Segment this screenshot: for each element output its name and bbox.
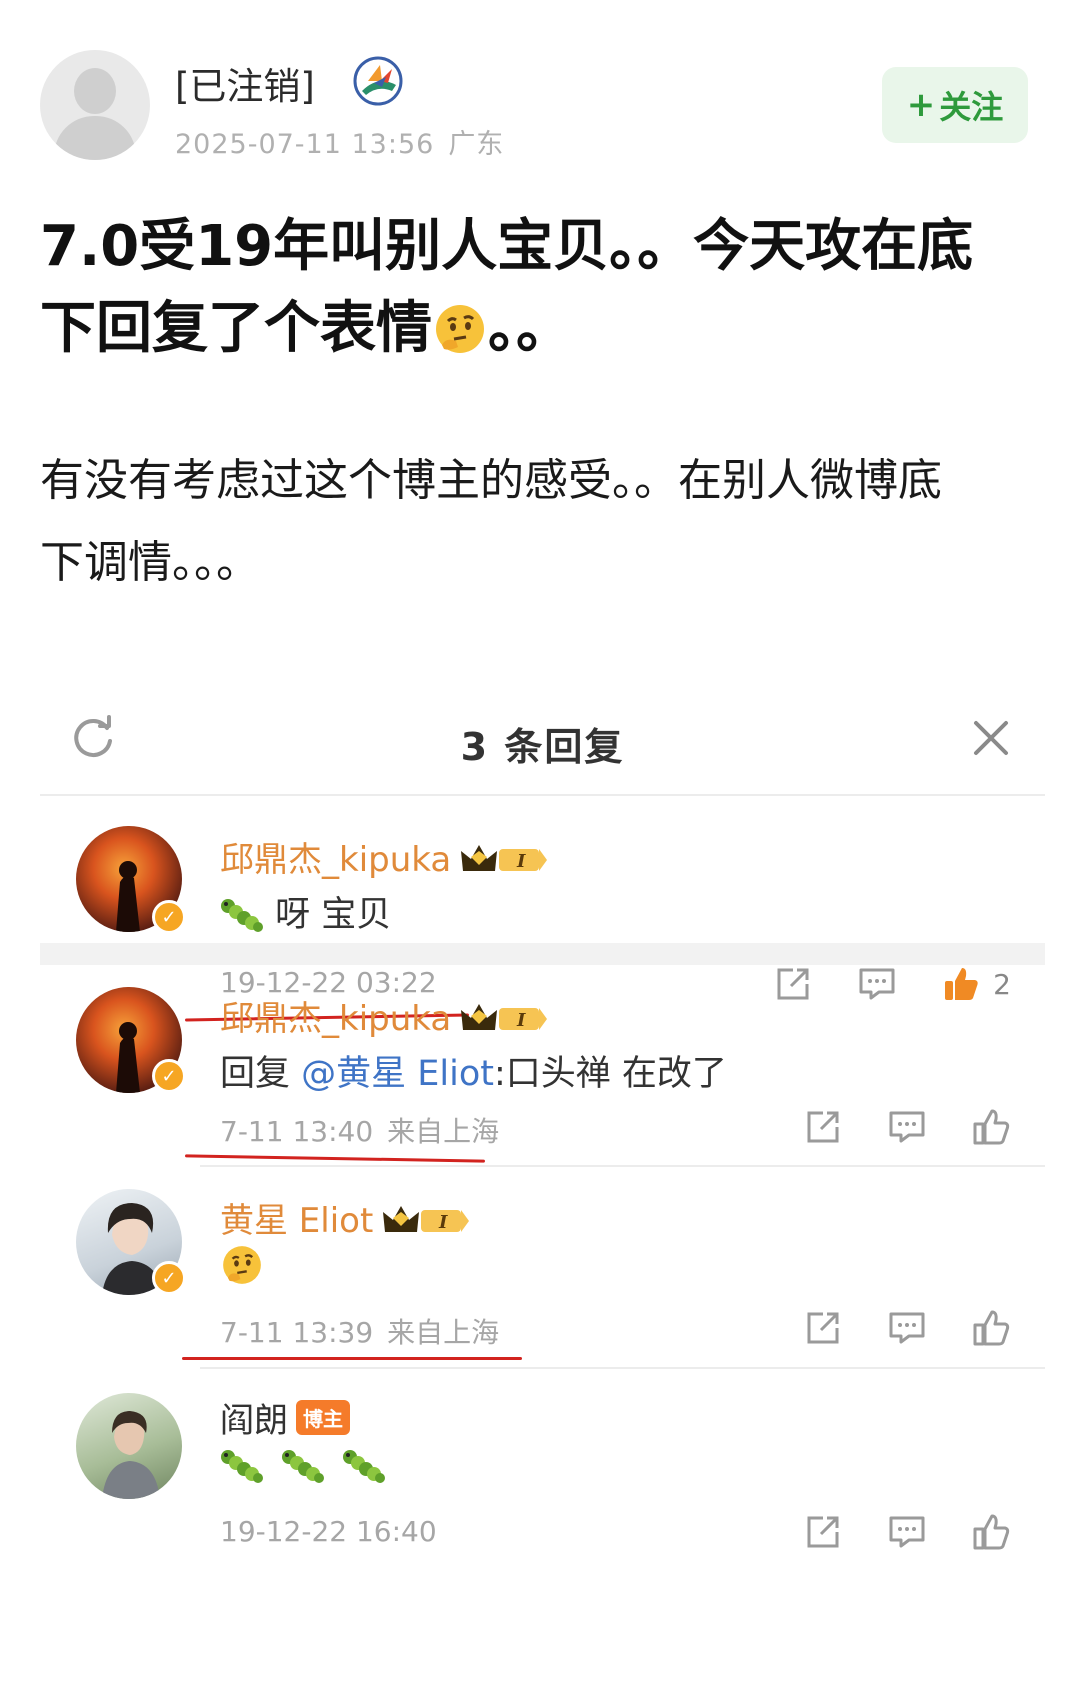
reply-actions: [759, 1512, 1011, 1552]
blogger-tag: 博主: [296, 1400, 350, 1435]
thinking-face-icon: [223, 1246, 261, 1284]
comment-icon[interactable]: [887, 1107, 927, 1147]
reply-username[interactable]: 邱鼎杰_kipuka I: [220, 991, 551, 1040]
reply-time: 7-11 13:39 来自上海: [220, 1316, 500, 1349]
post-header: [已注销] 2025-07-11 13:56 广东 + 关注: [40, 50, 1040, 160]
svg-text:I: I: [516, 851, 526, 872]
close-icon[interactable]: [971, 718, 1011, 758]
member-crown-icon: I: [461, 845, 548, 872]
reply-username[interactable]: 阎朗 博主: [220, 1393, 350, 1442]
post-time: 2025-07-11 13:56: [175, 129, 435, 160]
like-icon[interactable]: [971, 1107, 1011, 1147]
reply-actions: [759, 1107, 1011, 1147]
annotation-underline: [184, 1154, 486, 1163]
reply-username[interactable]: 黄星 Eliot I: [220, 1193, 473, 1242]
like-icon[interactable]: [971, 1512, 1011, 1552]
verified-badge-icon: ✓: [152, 1261, 186, 1295]
svg-text:I: I: [438, 1212, 448, 1233]
reply-actions: [759, 1308, 1011, 1348]
member-crown-icon: I: [383, 1206, 470, 1233]
follow-button[interactable]: + 关注: [882, 67, 1028, 143]
share-icon[interactable]: [803, 1308, 843, 1348]
like-icon[interactable]: [971, 1308, 1011, 1348]
post-title: 7.0受19年叫别人宝贝。。今天攻在底 下回复了个表情 。。: [40, 206, 1040, 370]
author-avatar[interactable]: [40, 50, 150, 160]
replies-panel-header: 3 条回复: [40, 680, 1045, 796]
share-icon[interactable]: [803, 1512, 843, 1552]
reply-item: ✓ 邱鼎杰_kipuka I 呀 宝贝 19-12-22 03:22 2: [40, 796, 1045, 1022]
plus-icon: +: [906, 85, 936, 125]
share-icon[interactable]: [803, 1107, 843, 1147]
section-divider: [40, 943, 1045, 965]
comment-icon[interactable]: [887, 1512, 927, 1552]
reply-content: [220, 1243, 264, 1296]
caterpillar-icon: [343, 1450, 386, 1483]
replies-panel: 3 条回复 ✓ 邱鼎杰_kipuka I 呀 宝贝 19-12-22 03:22…: [40, 680, 1045, 1682]
user-avatar[interactable]: [76, 1393, 182, 1499]
member-crown-icon: I: [461, 1004, 548, 1031]
reply-time: 7-11 13:40 来自上海: [220, 1115, 500, 1148]
post-body-line1: 有没有考虑过这个博主的感受。。在别人微博底: [40, 455, 942, 506]
replies-panel-title: 3 条回复: [460, 725, 625, 769]
mention-link[interactable]: @黄星 Eliot: [301, 1054, 494, 1094]
post-meta: 2025-07-11 13:56 广东: [175, 122, 504, 161]
annotation-underline: [182, 1357, 522, 1360]
reply-item: 阎朗 博主 19-12-22 16:40: [40, 1369, 1045, 1569]
post-location: 广东: [448, 129, 505, 160]
follow-label: 关注: [939, 88, 1004, 126]
reply-content: 呀 宝贝: [220, 886, 391, 937]
verified-badge-icon: ✓: [152, 900, 186, 934]
reply-item: ✓ 黄星 Eliot I 7-11 13:39 来自上海: [40, 1167, 1045, 1367]
post-body-line2: 下调情。。。: [40, 537, 260, 588]
sunbird-badge-icon: [353, 56, 403, 106]
svg-text:I: I: [516, 1010, 526, 1031]
caterpillar-icon: [282, 1450, 325, 1483]
reply-time: 19-12-22 16:40: [220, 1515, 437, 1548]
post-title-line1: 7.0受19年叫别人宝贝。。今天攻在底: [40, 214, 974, 279]
reply-item: ✓ 邱鼎杰_kipuka I 回复 @黄星 Eliot:口头禅 在改了 7-11…: [40, 965, 1045, 1165]
thinking-face-icon: [436, 305, 484, 353]
verified-badge-icon: ✓: [152, 1059, 186, 1093]
reply-content: [220, 1445, 386, 1486]
post-body: 有没有考虑过这个博主的感受。。在别人微博底 下调情。。。: [40, 440, 1040, 604]
post-title-line2: 下回复了个表情 。。: [40, 296, 572, 361]
reply-content: 回复 @黄星 Eliot:口头禅 在改了: [220, 1054, 727, 1094]
caterpillar-icon: [221, 1450, 263, 1483]
reply-username[interactable]: 邱鼎杰_kipuka I: [220, 832, 551, 881]
author-name[interactable]: [已注销]: [175, 56, 315, 110]
caterpillar-icon: [221, 899, 263, 932]
comment-icon[interactable]: [887, 1308, 927, 1348]
